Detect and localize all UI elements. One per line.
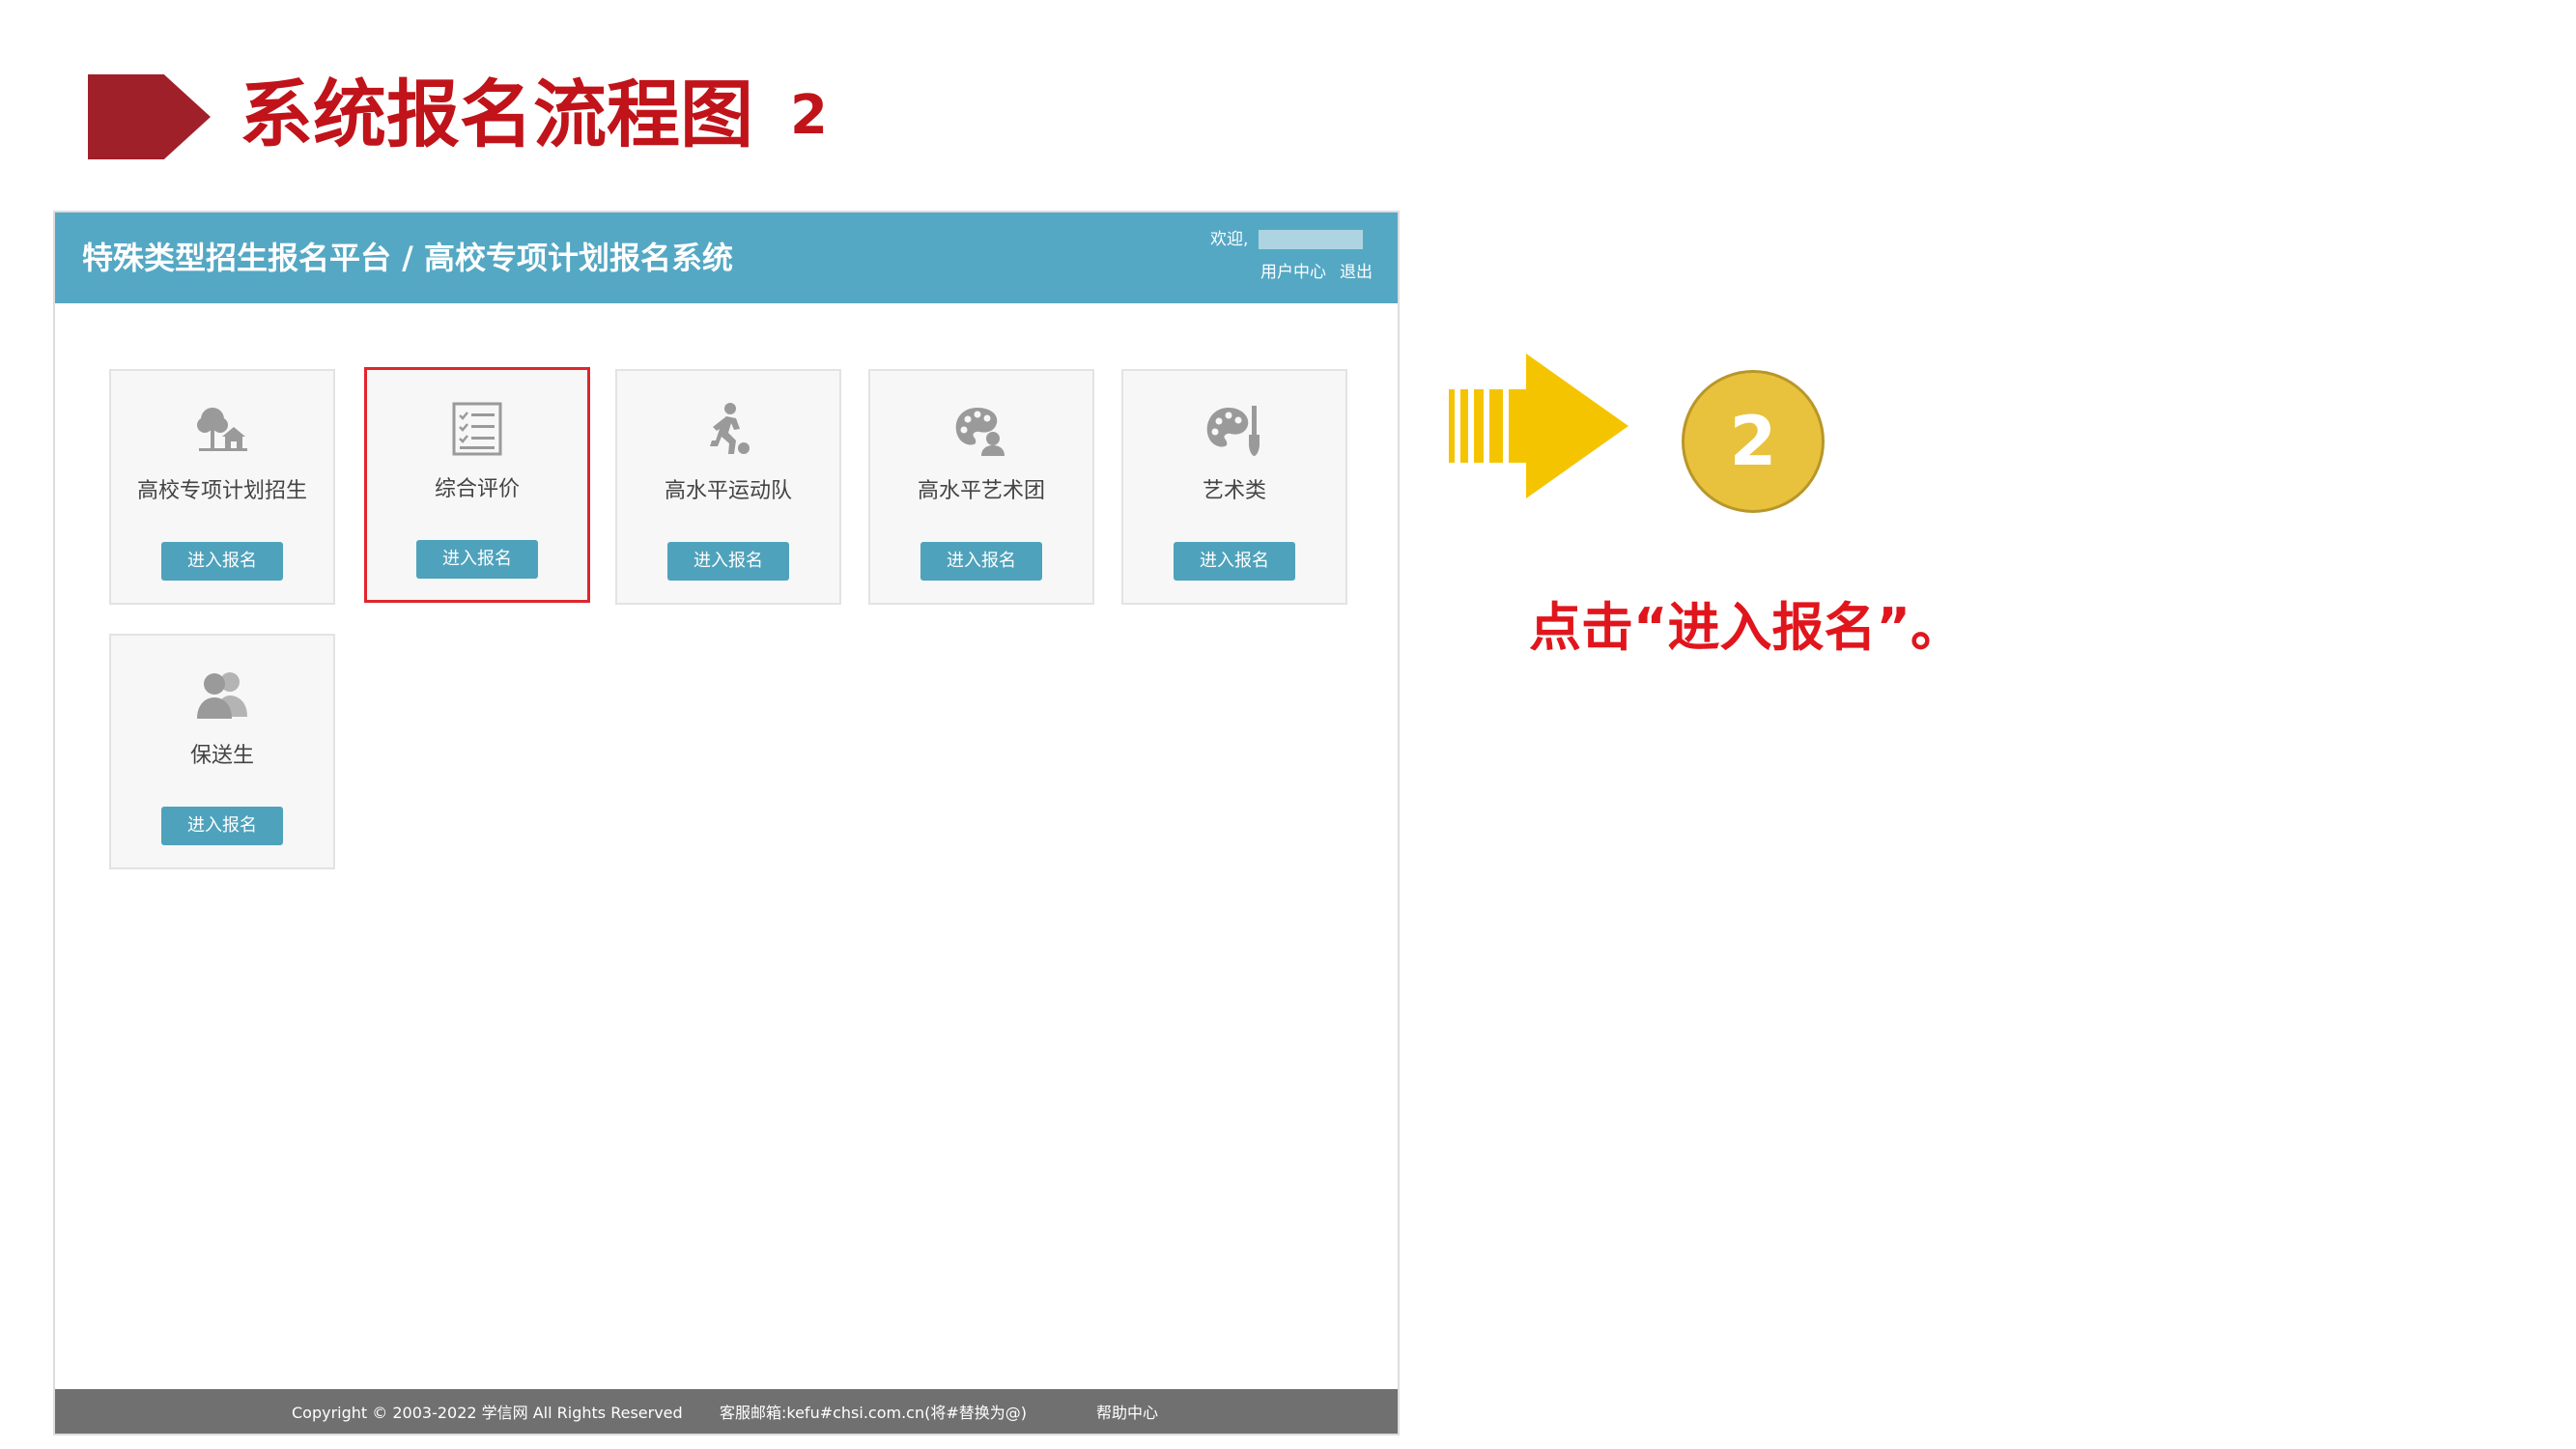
tree-house-icon <box>191 400 253 462</box>
users-icon <box>191 665 253 726</box>
app-window: 特殊类型招生报名平台 / 高校专项计划报名系统 欢迎, 用户中心 退出 高校专项… <box>53 211 1400 1435</box>
card-label: 高校专项计划招生 <box>136 479 307 503</box>
card-recommended-students: 保送生 进入报名 <box>109 634 335 869</box>
card-sports-team: 高水平运动队 进入报名 <box>615 369 841 605</box>
card-comprehensive-evaluation: 综合评价 进入报名 <box>364 367 590 603</box>
welcome-text: 欢迎, <box>1210 230 1249 249</box>
card-special-plan: 高校专项计划招生 进入报名 <box>109 369 335 605</box>
instruction-text: 点击“进入报名”。 <box>1529 597 1963 658</box>
card-label: 高水平艺术团 <box>917 479 1045 503</box>
title-marker-arrow <box>88 74 211 159</box>
card-label: 综合评价 <box>434 477 520 501</box>
card-label: 保送生 <box>189 744 254 768</box>
enter-registration-button[interactable]: 进入报名 <box>920 542 1042 581</box>
help-center-link[interactable]: 帮助中心 <box>1096 1389 1158 1434</box>
runner-icon <box>697 400 759 462</box>
palette-person-icon <box>950 400 1012 462</box>
copyright-text: Copyright © 2003-2022 学信网 All Rights Res… <box>292 1404 683 1422</box>
card-label: 高水平运动队 <box>664 479 792 503</box>
username-redacted <box>1259 230 1363 249</box>
enter-registration-button[interactable]: 进入报名 <box>416 540 538 579</box>
palette-brush-icon <box>1203 400 1265 462</box>
enter-registration-button[interactable]: 进入报名 <box>161 807 283 845</box>
checklist-icon <box>446 398 508 460</box>
enter-registration-button[interactable]: 进入报名 <box>161 542 283 581</box>
step-number-badge: 2 <box>1682 370 1825 513</box>
slide-title: 系统报名流程图 <box>240 71 753 157</box>
enter-registration-button[interactable]: 进入报名 <box>667 542 789 581</box>
support-email-text: 客服邮箱:kefu#chsi.com.cn(将#替换为@) <box>720 1404 1028 1422</box>
slide-title-number: 2 <box>790 84 828 147</box>
yellow-arrow-icon <box>1449 354 1632 498</box>
app-header: 特殊类型招生报名平台 / 高校专项计划报名系统 欢迎, 用户中心 退出 <box>55 213 1398 303</box>
card-art-troupe: 高水平艺术团 进入报名 <box>868 369 1094 605</box>
app-title: 特殊类型招生报名平台 / 高校专项计划报名系统 <box>82 240 733 276</box>
app-footer: Copyright © 2003-2022 学信网 All Rights Res… <box>55 1389 1398 1434</box>
card-label: 艺术类 <box>1202 479 1266 503</box>
card-art-category: 艺术类 进入报名 <box>1121 369 1347 605</box>
enter-registration-button[interactable]: 进入报名 <box>1174 542 1295 581</box>
user-center-link[interactable]: 用户中心 <box>1260 259 1326 286</box>
logout-link[interactable]: 退出 <box>1340 259 1373 286</box>
